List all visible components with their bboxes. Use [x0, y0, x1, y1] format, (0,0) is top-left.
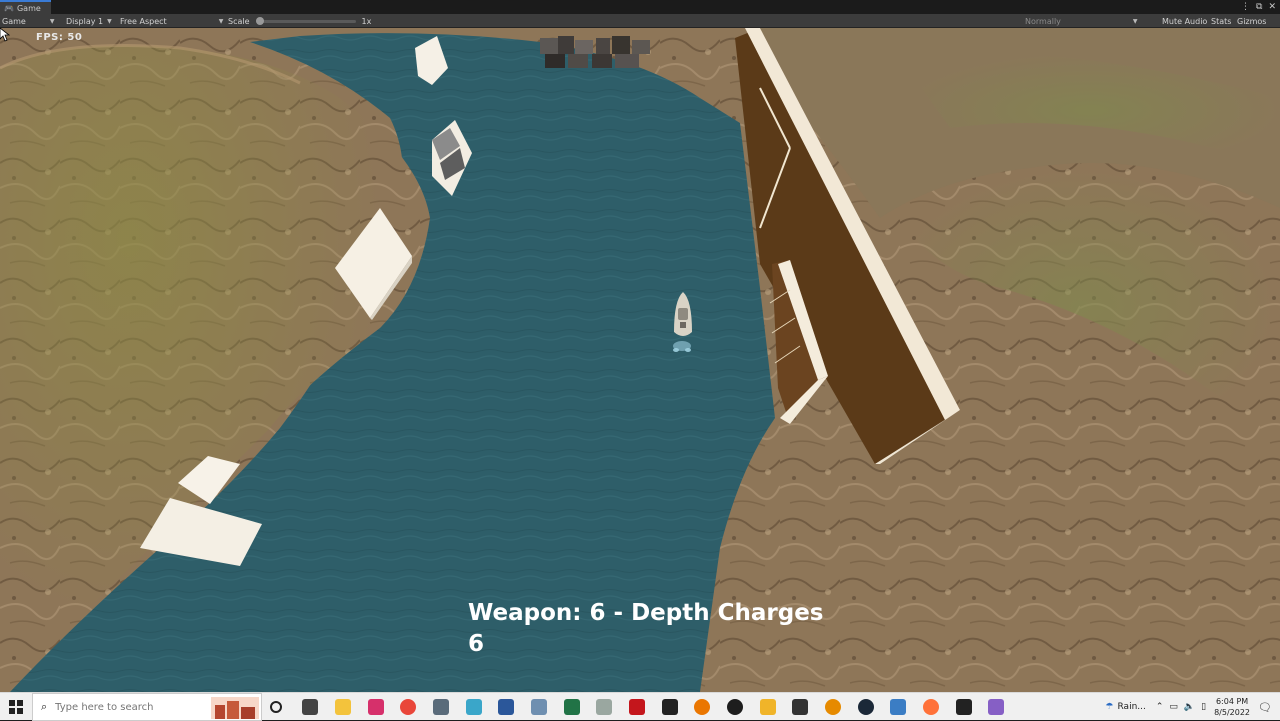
scale-value: 1x [361, 16, 372, 26]
unity-icon[interactable] [727, 699, 743, 715]
instagram-icon[interactable] [368, 699, 384, 715]
clock[interactable]: 6:04 PM 8/5/2022 [1214, 696, 1250, 718]
weapon-hud: Weapon: 6 - Depth Charges 6 [468, 598, 823, 660]
game-view-toolbar: Game ▼ Display 1 ▼ Free Aspect ▼ Scale 1x N… [0, 14, 1280, 28]
gizmos-label: Gizmos [1237, 16, 1267, 26]
feather-icon[interactable] [596, 699, 612, 715]
blender-icon[interactable] [694, 699, 710, 715]
display-label: Display 1 [66, 16, 104, 26]
battery-icon[interactable]: ▭ [1169, 702, 1178, 712]
steam-icon[interactable] [858, 699, 874, 715]
mute-audio-toggle[interactable]: Mute Audio [1162, 14, 1207, 28]
paint-icon[interactable] [466, 699, 482, 715]
file-explorer-icon[interactable] [335, 699, 351, 715]
chrome-icon[interactable] [400, 699, 416, 715]
start-button[interactable] [0, 693, 32, 721]
notifications-icon[interactable]: 🗨 [1258, 701, 1272, 714]
unity-hub-icon[interactable] [662, 699, 678, 715]
chevron-down-icon: ▼ [1132, 17, 1138, 25]
weapon-label: Weapon: 6 - Depth Charges [468, 600, 824, 626]
search-highlight-icon [211, 697, 259, 719]
scale-slider[interactable] [255, 16, 356, 25]
editor-tab-bar: 🎮 Game ⋮ ⧉ ✕ [0, 0, 1280, 14]
calculator-icon[interactable] [433, 699, 449, 715]
scale-control: Scale 1x [228, 14, 371, 28]
mute-audio-label: Mute Audio [1162, 16, 1208, 26]
fps-value: 50 [67, 32, 83, 43]
cortana-icon[interactable] [270, 701, 282, 713]
play-focus-label: Normally [1025, 16, 1061, 26]
game-scene [0, 28, 1280, 692]
headphones-icon[interactable] [792, 699, 808, 715]
game-viewport[interactable]: FPS: 50 Weapon: 6 - Depth Charges 6 [0, 28, 1280, 692]
remote-desktop-icon[interactable] [890, 699, 906, 715]
search-input[interactable] [55, 701, 206, 713]
windows-taskbar: ⌕ ☂ Rain... ⌃ ▭ 🔈 ▯ 6:04 PM 8/5/2022 [0, 692, 1280, 721]
unity-editor-icon[interactable] [956, 699, 972, 715]
taskbar-search[interactable]: ⌕ [32, 693, 262, 721]
scale-slider-knob[interactable] [255, 16, 264, 25]
mouse-cursor-icon [0, 28, 10, 42]
tab-window-controls: ⋮ ⧉ ✕ [1241, 0, 1276, 14]
visual-studio-icon[interactable] [988, 699, 1004, 715]
stats-label: Stats [1211, 16, 1232, 26]
windows-logo-icon [9, 700, 23, 714]
task-view-icon[interactable] [302, 699, 318, 715]
clock-time: 6:04 PM [1215, 697, 1249, 706]
document-icon[interactable] [760, 699, 776, 715]
maximize-icon[interactable]: ⧉ [1256, 2, 1262, 12]
play-focus-dropdown[interactable]: Normally ▼ [1025, 14, 1138, 28]
tab-game[interactable]: 🎮 Game [0, 0, 51, 14]
aspect-label: Free Aspect [120, 16, 167, 26]
tab-game-label: Game [16, 3, 41, 13]
chevron-up-icon[interactable]: ⌃ [1156, 702, 1164, 712]
acrobat-icon[interactable] [629, 699, 645, 715]
search-icon: ⌕ [41, 700, 48, 713]
gamepad-icon: 🎮 [4, 3, 14, 13]
notepad-icon[interactable] [531, 699, 547, 715]
chevron-down-icon: ▼ [218, 17, 224, 25]
excel-icon[interactable] [564, 699, 580, 715]
headset-icon[interactable] [825, 699, 841, 715]
weather-label[interactable]: Rain... [1118, 702, 1146, 712]
aspect-dropdown[interactable]: Free Aspect ▼ [120, 14, 223, 28]
ammo-count: 6 [468, 631, 485, 657]
volume-icon[interactable]: 🔈 [1184, 702, 1195, 712]
chevron-down-icon: ▼ [49, 17, 55, 25]
word-icon[interactable] [498, 699, 514, 715]
clock-date: 8/5/2022 [1214, 708, 1251, 717]
fps-label: FPS [36, 32, 59, 43]
weather-icon[interactable]: ☂ [1105, 702, 1113, 712]
menu-dots-icon[interactable]: ⋮ [1241, 2, 1250, 12]
scale-label: Scale [228, 16, 250, 26]
view-mode-dropdown[interactable]: Game ▼ [2, 14, 54, 28]
firefox-icon[interactable] [923, 699, 939, 715]
close-icon[interactable]: ✕ [1268, 2, 1276, 12]
network-icon[interactable]: ▯ [1201, 702, 1206, 712]
fps-counter: FPS: 50 [36, 32, 83, 43]
system-tray: ☂ Rain... ⌃ ▭ 🔈 ▯ 6:04 PM 8/5/2022 🗨 [1105, 693, 1280, 721]
chevron-down-icon: ▼ [107, 17, 112, 25]
gizmos-toggle[interactable]: Gizmos [1237, 14, 1266, 28]
stats-toggle[interactable]: Stats [1211, 14, 1231, 28]
view-mode-label: Game [2, 16, 26, 26]
display-dropdown[interactable]: Display 1 ▼ [66, 14, 112, 28]
